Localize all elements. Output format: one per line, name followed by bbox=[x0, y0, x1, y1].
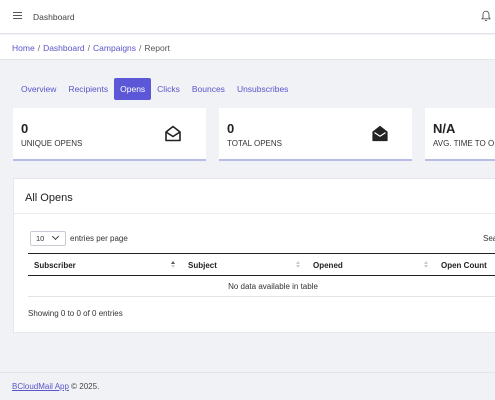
page-title: Dashboard bbox=[33, 12, 75, 22]
breadcrumb-dashboard[interactable]: Dashboard bbox=[43, 43, 85, 53]
sort-icon[interactable] bbox=[296, 261, 300, 269]
tab-overview[interactable]: Overview bbox=[15, 78, 62, 100]
stat-label: UNIQUE OPENS bbox=[21, 139, 83, 148]
divider bbox=[14, 213, 495, 214]
column-header-opened[interactable]: Opened bbox=[313, 261, 343, 270]
envelope-open-filled-icon bbox=[372, 125, 388, 142]
page-length-value: 10 bbox=[36, 234, 45, 243]
column-header-subject[interactable]: Subject bbox=[188, 261, 217, 270]
envelope-open-outline-icon bbox=[165, 125, 181, 142]
footer-brand-link[interactable]: BCloudMail App bbox=[12, 382, 69, 391]
stat-value: 0 bbox=[227, 121, 235, 136]
breadcrumb-bar: Home / Dashboard / Campaigns / Report bbox=[0, 35, 495, 60]
card-title: All Opens bbox=[25, 192, 73, 204]
search-label: Sea bbox=[483, 234, 495, 243]
stat-value: 0 bbox=[21, 121, 29, 136]
breadcrumb-home[interactable]: Home bbox=[12, 43, 35, 53]
column-header-subscriber[interactable]: Subscriber bbox=[34, 261, 76, 270]
breadcrumb: Home / Dashboard / Campaigns / Report bbox=[12, 43, 170, 53]
tab-clicks[interactable]: Clicks bbox=[151, 78, 186, 100]
all-opens-card: All Opens 10 entries per page Sea Subscr… bbox=[13, 178, 495, 333]
sort-asc-icon[interactable] bbox=[171, 261, 175, 269]
column-header-open-count[interactable]: Open Count bbox=[441, 261, 487, 270]
tab-unsubscribes[interactable]: Unsubscribes bbox=[231, 78, 295, 100]
hamburger-icon[interactable] bbox=[13, 11, 22, 21]
stat-value: N/A bbox=[433, 121, 456, 136]
footer-copyright: © 2025. bbox=[71, 382, 100, 391]
page-length-select[interactable]: 10 bbox=[30, 231, 66, 246]
empty-message: No data available in table bbox=[228, 282, 318, 291]
table-empty-row: No data available in table bbox=[28, 276, 495, 297]
chevron-down-icon bbox=[51, 232, 60, 241]
table-info: Showing 0 to 0 of 0 entries bbox=[28, 309, 123, 318]
top-navbar: Dashboard bbox=[0, 0, 495, 34]
tab-bounces[interactable]: Bounces bbox=[186, 78, 231, 100]
page-length-label: entries per page bbox=[70, 234, 128, 243]
sort-icon[interactable] bbox=[424, 261, 428, 269]
stat-card-unique-opens: 0 UNIQUE OPENS bbox=[13, 108, 206, 161]
breadcrumb-current: Report bbox=[144, 43, 170, 53]
table-header: Subscriber Subject Opened Open Count bbox=[28, 253, 495, 276]
footer: BCloudMail App © 2025. bbox=[0, 372, 495, 400]
stat-card-avg-time-to-open: N/A AVG. TIME TO O bbox=[425, 108, 495, 161]
stat-label: AVG. TIME TO O bbox=[433, 139, 495, 148]
tab-recipients[interactable]: Recipients bbox=[62, 78, 114, 100]
tab-opens[interactable]: Opens bbox=[114, 78, 152, 100]
footer-text: BCloudMail App © 2025. bbox=[12, 382, 99, 391]
breadcrumb-campaigns[interactable]: Campaigns bbox=[93, 43, 136, 53]
stat-card-total-opens: 0 TOTAL OPENS bbox=[219, 108, 412, 161]
report-tabs: Overview Recipients Opens Clicks Bounces… bbox=[15, 78, 294, 100]
stat-label: TOTAL OPENS bbox=[227, 139, 282, 148]
bell-icon[interactable] bbox=[481, 10, 491, 22]
